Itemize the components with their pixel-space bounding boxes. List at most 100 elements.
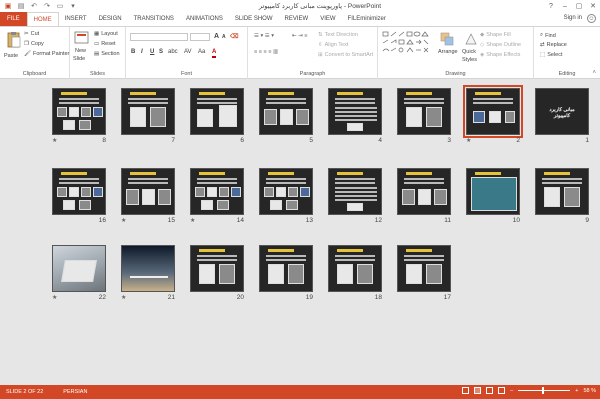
slide-sorter[interactable]: ★ 8 7 6 5 4 3 ★ 2 مبانی کاربرد کامپیوتر 1 16 ★ 15 ★ 14 1… <box>0 80 600 385</box>
tab-fileminimizer[interactable]: FILEminimizer <box>342 12 392 26</box>
slide-thumbnail-15[interactable]: ★ 15 <box>121 168 175 228</box>
tab-design[interactable]: DESIGN <box>93 12 128 26</box>
change-case-button[interactable]: Aa <box>198 49 205 55</box>
slide-thumbnail-5[interactable]: 5 <box>259 88 313 148</box>
copy-button[interactable]: ❐ Copy <box>24 41 44 47</box>
slide-thumbnail-17[interactable]: 17 <box>397 245 451 305</box>
sign-in-link[interactable]: Sign in <box>564 15 582 21</box>
slide-thumbnail-21[interactable]: ★ 21 <box>121 245 175 305</box>
format-painter-button[interactable]: 🖌 Format Painter <box>24 51 69 57</box>
cut-button[interactable]: ✂ Cut <box>24 31 39 37</box>
layout-button[interactable]: ▦ Layout <box>94 31 118 37</box>
new-slide-button[interactable]: New <box>75 48 86 54</box>
font-color-button[interactable]: A <box>212 49 217 58</box>
restore-button[interactable]: ▢ <box>572 0 586 12</box>
shape-fill-button[interactable]: ◆ Shape Fill <box>480 32 511 38</box>
new-slide-button-line2[interactable]: Slide <box>73 56 85 62</box>
paste-button[interactable]: Paste <box>4 53 18 59</box>
slide-preview[interactable] <box>190 245 244 292</box>
strikethrough-button[interactable]: S <box>159 49 163 55</box>
language-indicator[interactable]: PERSIAN <box>43 389 87 395</box>
tab-slide-show[interactable]: SLIDE SHOW <box>229 12 279 26</box>
arrange-icon[interactable] <box>440 32 454 46</box>
font-size-combo[interactable] <box>190 33 210 41</box>
slide-preview[interactable] <box>328 88 382 135</box>
slide-preview[interactable] <box>190 168 244 215</box>
quick-styles-icon[interactable] <box>464 32 478 46</box>
slide-preview[interactable] <box>259 245 313 292</box>
slide-thumbnail-9[interactable]: 9 <box>535 168 589 228</box>
zoom-in-icon[interactable]: + <box>575 388 578 394</box>
paste-icon[interactable] <box>6 31 22 49</box>
slide-thumbnail-6[interactable]: 6 <box>190 88 244 148</box>
tab-file[interactable]: FILE <box>0 12 27 26</box>
zoom-out-icon[interactable]: – <box>510 388 513 394</box>
slide-preview[interactable] <box>259 88 313 135</box>
slide-preview[interactable] <box>397 168 451 215</box>
slide-thumbnail-20[interactable]: 20 <box>190 245 244 305</box>
start-from-beginning-icon[interactable]: ▭ <box>56 2 64 10</box>
tab-insert[interactable]: INSERT <box>59 12 93 26</box>
grow-font-button[interactable]: A <box>214 33 219 40</box>
alignment-icon[interactable]: ≡ ≡ ≡ ≡ ▥ <box>254 49 278 55</box>
slide-thumbnail-12[interactable]: 12 <box>328 168 382 228</box>
collapse-ribbon-icon[interactable]: ˄ <box>592 70 596 76</box>
slide-preview[interactable] <box>466 168 520 215</box>
slide-preview[interactable] <box>463 85 523 138</box>
convert-smartart-button[interactable]: ⊞ Convert to SmartArt <box>318 52 373 58</box>
quick-styles-button-line2[interactable]: Styles <box>462 57 477 63</box>
arrange-button[interactable]: Arrange <box>438 49 458 55</box>
underline-button[interactable]: U <box>150 49 154 55</box>
slide-preview[interactable] <box>121 168 175 215</box>
tab-home[interactable]: HOME <box>26 12 59 26</box>
tab-review[interactable]: REVIEW <box>279 12 315 26</box>
slide-preview[interactable] <box>52 245 106 292</box>
text-direction-button[interactable]: ⇅ Text Direction <box>318 32 358 38</box>
text-shadow-button[interactable]: abc <box>168 49 178 55</box>
slide-transition-icon[interactable]: ★ <box>52 137 57 144</box>
slide-thumbnail-18[interactable]: 18 <box>328 245 382 305</box>
slide-preview[interactable]: مبانی کاربرد کامپیوتر <box>535 88 589 135</box>
slide-transition-icon[interactable]: ★ <box>190 217 195 224</box>
slide-preview[interactable] <box>328 168 382 215</box>
slide-thumbnail-16[interactable]: 16 <box>52 168 106 228</box>
customize-icon[interactable]: ▾ <box>69 2 77 10</box>
tab-transitions[interactable]: TRANSITIONS <box>128 12 180 26</box>
slide-preview[interactable] <box>397 245 451 292</box>
slide-transition-icon[interactable]: ★ <box>121 217 126 224</box>
slide-preview[interactable] <box>397 88 451 135</box>
redo-icon[interactable]: ↷ <box>43 2 51 10</box>
close-button[interactable]: ✕ <box>586 0 600 12</box>
shape-outline-button[interactable]: ◇ Shape Outline <box>480 42 521 48</box>
slide-thumbnail-3[interactable]: 3 <box>397 88 451 148</box>
slide-preview[interactable] <box>52 168 106 215</box>
minimize-button[interactable]: – <box>558 0 572 12</box>
reset-button[interactable]: ▭ Reset <box>94 41 116 47</box>
slide-thumbnail-8[interactable]: ★ 8 <box>52 88 106 148</box>
tab-view[interactable]: VIEW <box>314 12 341 26</box>
slide-thumbnail-7[interactable]: 7 <box>121 88 175 148</box>
slide-show-view-icon[interactable] <box>498 387 506 394</box>
shape-effects-button[interactable]: ◈ Shape Effects <box>480 52 520 58</box>
indent-icon[interactable]: ⇤ ⇥ ≡ <box>292 33 307 39</box>
slide-preview[interactable] <box>121 245 175 292</box>
slide-transition-icon[interactable]: ★ <box>52 294 57 301</box>
slide-thumbnail-11[interactable]: 11 <box>397 168 451 228</box>
undo-icon[interactable]: ↶ <box>30 2 38 10</box>
shrink-font-button[interactable]: A <box>222 34 226 40</box>
quick-styles-button[interactable]: Quick <box>462 49 476 55</box>
slide-sorter-view-icon[interactable] <box>474 387 482 394</box>
clear-formatting-icon[interactable]: ⌫ <box>230 33 238 40</box>
slide-preview[interactable] <box>535 168 589 215</box>
reading-view-icon[interactable] <box>486 387 494 394</box>
slide-thumbnail-14[interactable]: ★ 14 <box>190 168 244 228</box>
slide-transition-icon[interactable]: ★ <box>466 137 471 144</box>
slide-thumbnail-4[interactable]: 4 <box>328 88 382 148</box>
align-text-button[interactable]: ⇳ Align Text <box>318 42 348 48</box>
find-button[interactable]: ⌕ Find <box>540 32 556 39</box>
bullets-icon[interactable]: ☰ ▾ ☰ ▾ <box>254 33 274 39</box>
zoom-slider[interactable] <box>518 387 571 394</box>
normal-view-icon[interactable] <box>462 387 470 394</box>
replace-button[interactable]: ⇄ Replace <box>540 42 567 48</box>
zoom-level[interactable]: 58 % <box>583 388 596 394</box>
